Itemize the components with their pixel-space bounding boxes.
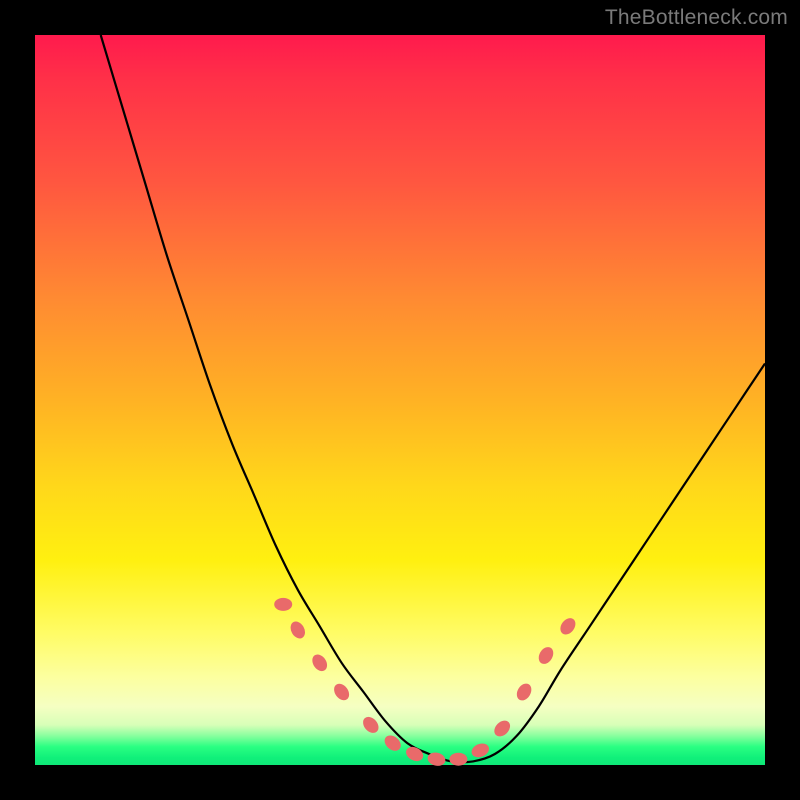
- curve-marker: [491, 718, 513, 740]
- curve-markers: [274, 598, 578, 768]
- curve-marker: [382, 732, 404, 754]
- chart-frame: TheBottleneck.com: [0, 0, 800, 800]
- curve-marker: [449, 753, 467, 766]
- curve-marker: [360, 714, 382, 736]
- curve-layer: [35, 35, 765, 765]
- curve-marker: [514, 681, 534, 703]
- curve-marker: [288, 619, 308, 641]
- plot-area: [35, 35, 765, 765]
- curve-marker: [557, 615, 578, 637]
- curve-marker: [309, 652, 330, 674]
- bottleneck-curve: [101, 35, 765, 762]
- curve-marker: [331, 681, 352, 703]
- curve-marker: [274, 598, 292, 611]
- curve-marker: [536, 644, 556, 666]
- watermark-text: TheBottleneck.com: [605, 6, 788, 30]
